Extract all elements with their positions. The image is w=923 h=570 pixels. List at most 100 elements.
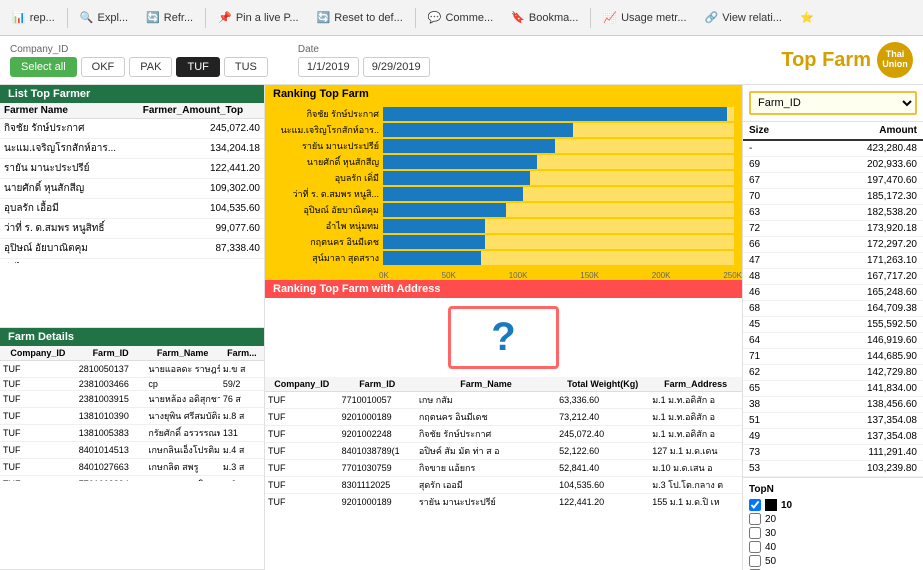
bar-container bbox=[383, 107, 734, 121]
sa-row[interactable]: 71144,685.90 bbox=[743, 349, 923, 365]
topn-item[interactable]: 30 bbox=[749, 527, 917, 539]
farmer-row[interactable]: รายัน มานะประปรีย์122,441.20 bbox=[0, 159, 264, 179]
toolbar-sep-3 bbox=[415, 8, 416, 28]
farmer-amount: 134,204.18 bbox=[139, 139, 264, 159]
farmer-row[interactable]: อุปิษณ์ อัยบาณิตคุม87,338.40 bbox=[0, 239, 264, 259]
usage-icon: 📈 bbox=[603, 11, 617, 24]
sa-row[interactable]: 65141,834.00 bbox=[743, 381, 923, 397]
topn-value: 40 bbox=[765, 542, 776, 553]
sa-row[interactable]: 47171,263.10 bbox=[743, 253, 923, 269]
toolbar-usage-label: Usage metr... bbox=[621, 12, 686, 24]
toolbar-expl-btn[interactable]: 🔍 Expl... bbox=[72, 7, 136, 28]
sa-row[interactable]: 66172,297.20 bbox=[743, 237, 923, 253]
farm-row[interactable]: TUF1381005383กรัยศักดิ์ อรวรรณพรรค131 bbox=[0, 424, 264, 441]
sa-row[interactable]: 45155,592.50 bbox=[743, 317, 923, 333]
addr-row[interactable]: TUF9201000189กฤตนคร อินมีเดช73,212.40ม.1… bbox=[265, 409, 742, 426]
toolbar-star-btn[interactable]: ⭐ bbox=[792, 7, 822, 28]
farmer-table: Farmer Name Farmer_Amount_Top กิจชัย รัก… bbox=[0, 103, 264, 263]
farmer-row[interactable]: นายศักดิ์ หุนสักสีญ109,302.00 bbox=[0, 179, 264, 199]
addr-col-address: Farm_Address bbox=[649, 377, 742, 392]
farm-row[interactable]: TUF2381003466cp59/2 bbox=[0, 377, 264, 390]
rep-icon: 📊 bbox=[12, 11, 26, 24]
sa-col-size: Size bbox=[743, 122, 804, 140]
company-tus-btn[interactable]: TUS bbox=[224, 57, 268, 77]
farmer-row[interactable]: กิจชัย รักษ์ประกาศ245,072.40 bbox=[0, 119, 264, 139]
farm-col-extra: Farm... bbox=[220, 346, 264, 361]
sa-row[interactable]: 51137,354.08 bbox=[743, 413, 923, 429]
topn-title: TopN bbox=[749, 484, 917, 495]
list-top-farmer-title: List Top Farmer bbox=[0, 85, 264, 103]
bar-row: อุปิษณ์ อัยบาณิตคุม bbox=[273, 203, 734, 217]
sa-row[interactable]: 46165,248.60 bbox=[743, 285, 923, 301]
sa-row[interactable]: 63182,538.20 bbox=[743, 205, 923, 221]
farmer-row[interactable]: อำไพ หนุ่มทม73,461.20 bbox=[0, 259, 264, 264]
bar-row: รายัน มานะประปรีย์ bbox=[273, 139, 734, 153]
addr-row[interactable]: TUF8301112025สุดรัก เออมี104,535.60ม.3 โ… bbox=[265, 477, 742, 494]
sa-row[interactable]: 64146,919.60 bbox=[743, 333, 923, 349]
farm-row[interactable]: TUF7701009894เกษกลาย นาติมาณจร์ม.2 ส bbox=[0, 475, 264, 481]
topn-item[interactable]: 20 bbox=[749, 513, 917, 525]
toolbar-reset-btn[interactable]: 🔄 Reset to def... bbox=[309, 7, 411, 28]
farmer-row[interactable]: นะแม.เจริญโรกสักห์อาร...134,204.18 bbox=[0, 139, 264, 159]
farm-row[interactable]: TUF2381003915นายหล้อง อดิสุกชาวกม76 ส bbox=[0, 390, 264, 407]
farm-row[interactable]: TUF2810050137นายแอลดะ ราษฎร์สีห์ม.ข ส bbox=[0, 360, 264, 377]
toolbar-rep-btn[interactable]: 📊 rep... bbox=[4, 7, 63, 28]
farmer-name: รายัน มานะประปรีย์ bbox=[0, 159, 139, 179]
sa-row[interactable]: 62142,729.80 bbox=[743, 365, 923, 381]
farmer-amount: 99,077.60 bbox=[139, 219, 264, 239]
company-select-all-btn[interactable]: Select all bbox=[10, 57, 77, 77]
bar-container bbox=[383, 155, 734, 169]
farmer-row[interactable]: ว่าที่ ร. ด.สมพร หนูสิทธิ์99,077.60 bbox=[0, 219, 264, 239]
farmer-row[interactable]: อุบลรัก เอื้อมี104,535.60 bbox=[0, 199, 264, 219]
toolbar-refr-btn[interactable]: 🔄 Refr... bbox=[138, 7, 201, 28]
topn-item[interactable]: 50 bbox=[749, 555, 917, 567]
toolbar-comment-btn[interactable]: 💬 Comme... bbox=[420, 7, 501, 28]
toolbar-usage-btn[interactable]: 📈 Usage metr... bbox=[595, 7, 694, 28]
addr-table-wrap[interactable]: Company_ID Farm_ID Farm_Name Total Weigh… bbox=[265, 377, 742, 507]
topn-checkbox[interactable] bbox=[749, 527, 761, 539]
topn-item[interactable]: 40 bbox=[749, 541, 917, 553]
sa-row[interactable]: 69202,933.60 bbox=[743, 157, 923, 173]
sa-row[interactable]: 48167,717.20 bbox=[743, 269, 923, 285]
farmid-select[interactable]: Farm_ID bbox=[749, 91, 917, 115]
sa-row[interactable]: 72173,920.18 bbox=[743, 221, 923, 237]
sa-row[interactable]: 67197,470.60 bbox=[743, 173, 923, 189]
toolbar-pin-btn[interactable]: 📌 Pin a live P... bbox=[210, 7, 306, 28]
left-panel: List Top Farmer Farmer Name Farmer_Amoun… bbox=[0, 85, 265, 570]
addr-row[interactable]: TUF9201000189รายัน มานะประปรีย์122,441.2… bbox=[265, 494, 742, 508]
farm-details-scroll[interactable]: Company_ID Farm_ID Farm_Name Farm... TUF… bbox=[0, 346, 264, 481]
addr-row[interactable]: TUF9201002248กิจชัย รักษ์ประกาศ245,072.4… bbox=[265, 426, 742, 443]
farm-row[interactable]: TUF8401014513เกษกลินเอ็งโปรติมานม.4 ส bbox=[0, 441, 264, 458]
sa-row[interactable]: 53103,239.80 bbox=[743, 461, 923, 477]
sa-row[interactable]: 49137,354.08 bbox=[743, 429, 923, 445]
company-filter-label: Company_ID bbox=[10, 44, 268, 55]
addr-row[interactable]: TUF7701030759กิจขาย แอ้ยกร52,841.40ม.10 … bbox=[265, 460, 742, 477]
bar-chart: กิจชัย รักษ์ประกาศ นะแม.เจริญโรกสักห์อาร… bbox=[265, 103, 742, 271]
date-start[interactable]: 1/1/2019 bbox=[298, 57, 359, 77]
mid-panel: Ranking Top Farm กิจชัย รักษ์ประกาศ นะแม… bbox=[265, 85, 743, 570]
date-end[interactable]: 9/29/2019 bbox=[363, 57, 430, 77]
topn-checkbox[interactable] bbox=[749, 541, 761, 553]
sa-row[interactable]: 38138,456.60 bbox=[743, 397, 923, 413]
topn-checkbox[interactable] bbox=[749, 513, 761, 525]
toolbar-sep-4 bbox=[590, 8, 591, 28]
farmer-name: อำไพ หนุ่มทม bbox=[0, 259, 139, 264]
farm-row[interactable]: TUF1381010390นางยุพิน ศรีสมบัติสุขม.8 ส bbox=[0, 407, 264, 424]
sa-row[interactable]: 73111,291.40 bbox=[743, 445, 923, 461]
farm-row[interactable]: TUF8401027663เกษกลิต สพรูม.3 ส bbox=[0, 458, 264, 475]
axis-250k: 250K bbox=[723, 271, 742, 280]
toolbar-view-btn[interactable]: 🔗 View relati... bbox=[697, 7, 790, 28]
topn-checkbox[interactable] bbox=[749, 555, 761, 567]
topn-item[interactable]: 10 bbox=[749, 499, 917, 511]
addr-row[interactable]: TUF8401038789(1อปิษค์ สัม มัต ท่า ส อ52,… bbox=[265, 443, 742, 460]
farmer-table-scroll[interactable]: Farmer Name Farmer_Amount_Top กิจชัย รัก… bbox=[0, 103, 264, 263]
sa-row[interactable]: 70185,172.30 bbox=[743, 189, 923, 205]
toolbar-bookmark-btn[interactable]: 🔖 Bookma... bbox=[503, 7, 586, 28]
sa-row[interactable]: -423,280.48 bbox=[743, 140, 923, 157]
company-okf-btn[interactable]: OKF bbox=[81, 57, 126, 77]
topn-checkbox[interactable] bbox=[749, 499, 761, 511]
company-pak-btn[interactable]: PAK bbox=[129, 57, 172, 77]
company-tuf-btn[interactable]: TUF bbox=[176, 57, 219, 77]
addr-row[interactable]: TUF7710010057เกษ กสัม63,336.60ม.1 ม.ท.อด… bbox=[265, 392, 742, 409]
sa-row[interactable]: 68164,709.38 bbox=[743, 301, 923, 317]
